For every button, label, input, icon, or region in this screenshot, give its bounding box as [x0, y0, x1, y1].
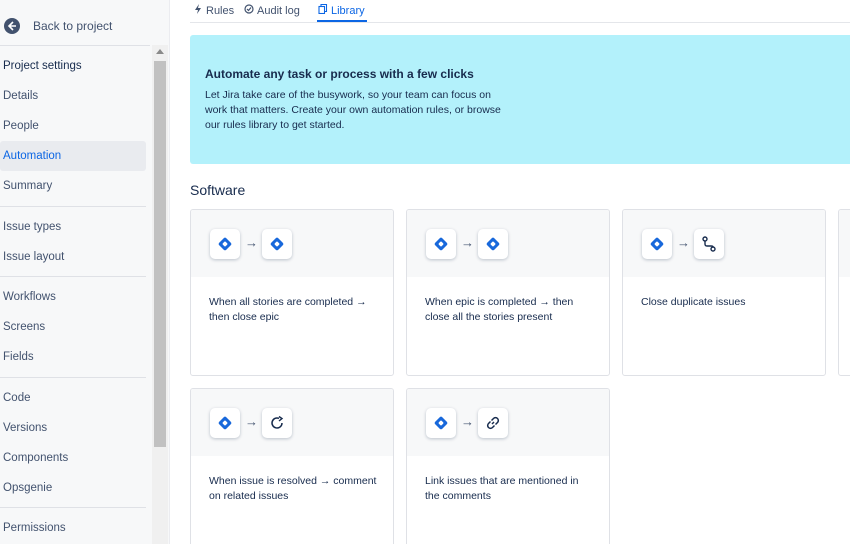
- arrow-icon: →: [245, 414, 258, 429]
- link-icon: [478, 408, 508, 438]
- back-label: Back to project: [33, 19, 113, 33]
- sidebar-item-versions[interactable]: Versions: [0, 413, 146, 443]
- sidebar-heading-project-settings: Project settings: [3, 60, 82, 72]
- arrow-icon: →: [677, 235, 690, 250]
- jira-diamond-icon: [426, 408, 456, 438]
- automation-banner: Automate any task or process with a few …: [190, 35, 850, 164]
- back-arrow-icon: [4, 18, 20, 34]
- banner-title: Automate any task or process with a few …: [205, 67, 474, 81]
- banner-text: Let Jira take care of the busywork, so y…: [205, 89, 501, 131]
- active-tab-indicator: [317, 20, 367, 22]
- card-description: When epic is completed → then close all …: [425, 296, 574, 323]
- sidebar-nav: Project settings Details People Automati…: [0, 45, 150, 544]
- sidebar-divider: [0, 507, 146, 508]
- sidebar-item-people[interactable]: People: [0, 111, 146, 141]
- sidebar-divider: [0, 377, 146, 378]
- sidebar-item-components[interactable]: Components: [0, 443, 146, 473]
- rule-template-card[interactable]: [838, 209, 850, 376]
- rule-template-card[interactable]: → When all stories are completed → then …: [190, 209, 394, 376]
- scroll-up-arrow-icon[interactable]: [156, 49, 164, 54]
- arrow-icon: →: [461, 235, 474, 250]
- card-description: When issue is resolved → comment on rela…: [209, 475, 377, 502]
- back-to-project-link[interactable]: Back to project: [0, 10, 150, 40]
- card-icon-area: [839, 210, 850, 277]
- card-icon-area: →: [623, 210, 825, 277]
- branch-icon: [694, 229, 724, 259]
- sidebar-item-workflows[interactable]: Workflows: [0, 282, 146, 312]
- card-icon-area: →: [191, 210, 393, 277]
- sidebar-item-permissions[interactable]: Permissions: [0, 513, 146, 543]
- tab-rules[interactable]: Rules: [193, 4, 234, 17]
- sidebar-item-issue-layout[interactable]: Issue layout: [0, 242, 146, 272]
- sidebar-divider: [0, 206, 146, 207]
- lightning-icon: [193, 4, 203, 17]
- arrow-icon: →: [461, 414, 474, 429]
- sidebar-item-screens[interactable]: Screens: [0, 312, 146, 342]
- rule-template-card[interactable]: → Close duplicate issues: [622, 209, 826, 376]
- sidebar: Back to project Project settings Details…: [0, 0, 170, 544]
- tab-rules-label: Rules: [206, 4, 235, 17]
- jira-diamond-icon: [478, 229, 508, 259]
- scrollbar-thumb[interactable]: [154, 61, 166, 447]
- card-description: Link issues that are mentioned in the co…: [425, 475, 579, 502]
- sidebar-scrollbar[interactable]: [152, 45, 168, 544]
- tab-library-label: Library: [331, 4, 365, 17]
- jira-diamond-icon: [210, 408, 240, 438]
- sidebar-item-opsgenie[interactable]: Opsgenie: [0, 473, 146, 503]
- sidebar-item-automation[interactable]: Automation: [0, 141, 146, 171]
- sidebar-item-code[interactable]: Code: [0, 383, 146, 413]
- sidebar-item-fields[interactable]: Fields: [0, 342, 146, 372]
- card-description: When all stories are completed → then cl…: [209, 296, 367, 323]
- tab-audit-log-label: Audit log: [257, 4, 300, 17]
- card-icon-area: →: [407, 389, 609, 456]
- tab-audit-log[interactable]: Audit log: [244, 4, 300, 17]
- jira-diamond-icon: [642, 229, 672, 259]
- tab-library[interactable]: Library: [318, 3, 365, 17]
- rule-template-card[interactable]: → When issue is resolved → comment on re…: [190, 388, 394, 544]
- rule-template-card[interactable]: → When epic is completed → then close al…: [406, 209, 610, 376]
- section-title: Software: [190, 182, 246, 198]
- copy-icon: [318, 3, 328, 17]
- rule-template-card[interactable]: → Link issues that are mentioned in the …: [406, 388, 610, 544]
- comment-icon: [262, 408, 292, 438]
- jira-diamond-icon: [262, 229, 292, 259]
- card-icon-area: →: [407, 210, 609, 277]
- sidebar-item-summary[interactable]: Summary: [0, 171, 146, 201]
- card-description: Close duplicate issues: [641, 296, 746, 308]
- sidebar-item-issue-types[interactable]: Issue types: [0, 212, 146, 242]
- jira-diamond-icon: [426, 229, 456, 259]
- sidebar-item-details[interactable]: Details: [0, 81, 146, 111]
- sidebar-divider: [0, 276, 146, 277]
- arrow-icon: →: [245, 235, 258, 250]
- jira-diamond-icon: [210, 229, 240, 259]
- check-circle-icon: [244, 4, 254, 17]
- automation-tabs: Rules Audit log Library: [190, 0, 850, 23]
- card-icon-area: →: [191, 389, 393, 456]
